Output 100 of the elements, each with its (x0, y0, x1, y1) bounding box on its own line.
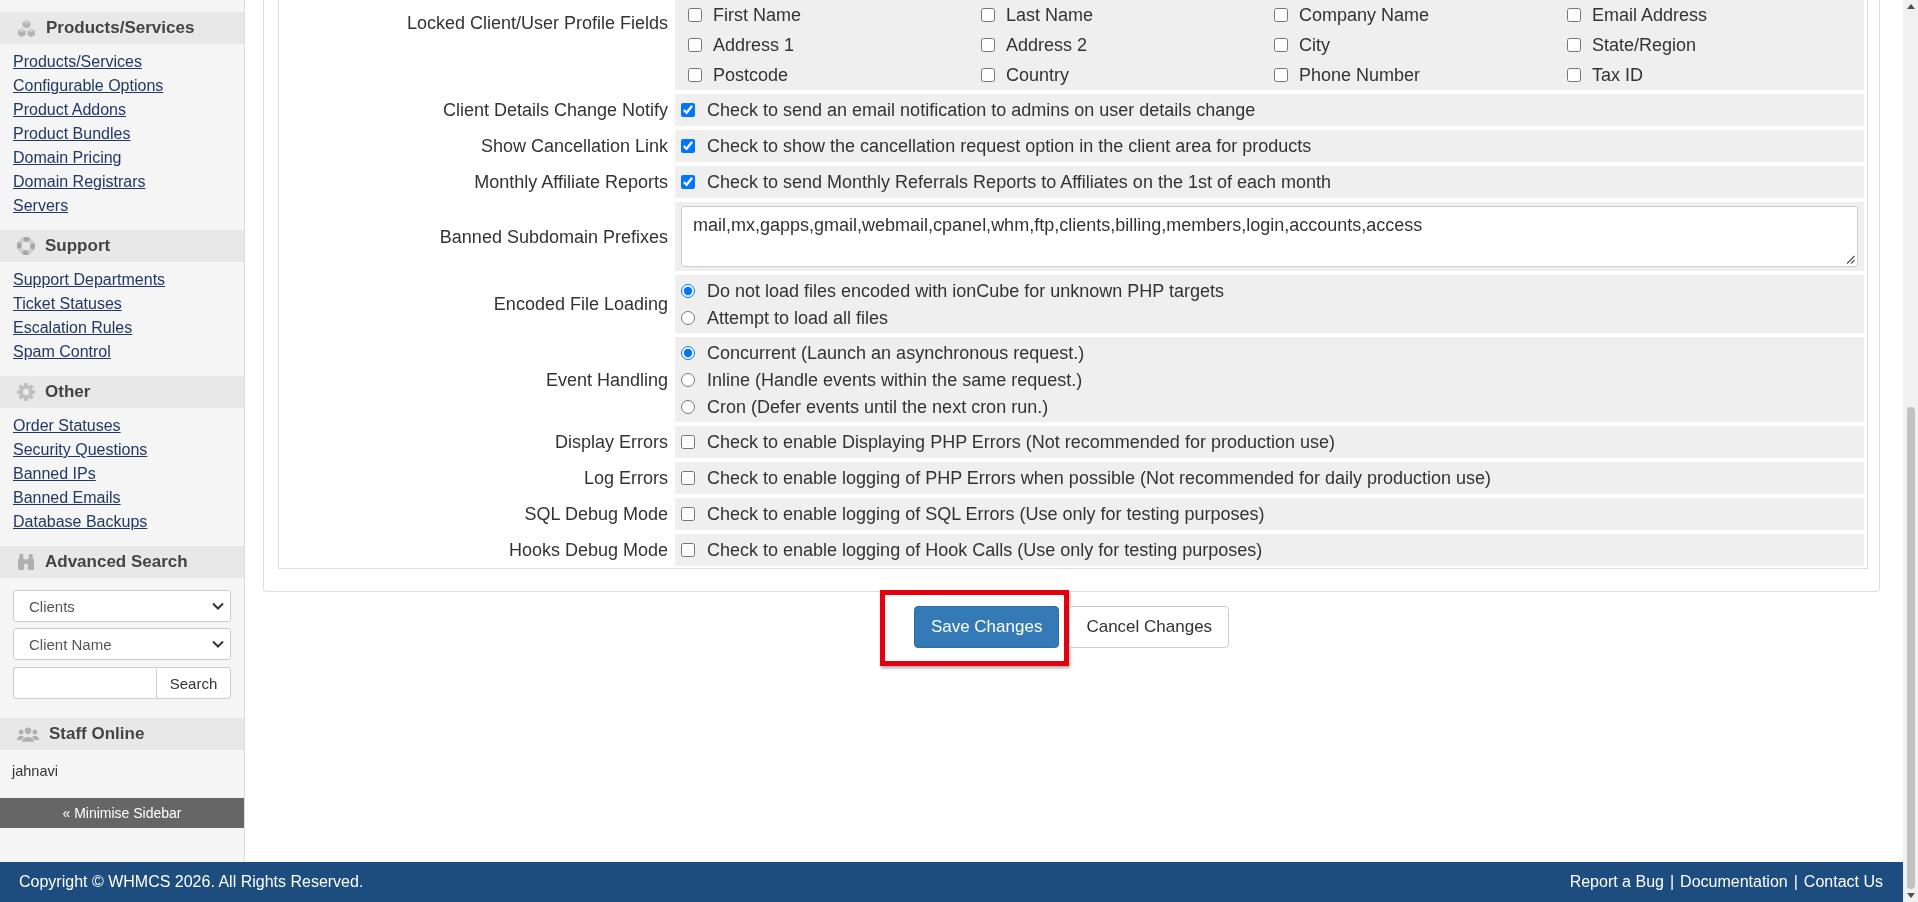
resize-grip-icon (1846, 255, 1855, 264)
scroll-up-icon[interactable] (1906, 4, 1915, 9)
checkbox[interactable] (681, 471, 695, 485)
chevron-down-icon (212, 602, 224, 610)
users-icon (17, 726, 39, 742)
setting-label: Monthly Affiliate Reports (474, 171, 668, 193)
checkbox-label: Check to enable Displaying PHP Errors (Not recommended for production use) (707, 431, 1335, 453)
checkbox[interactable] (981, 8, 995, 22)
checkbox[interactable] (688, 38, 702, 52)
checkbox[interactable] (1274, 8, 1288, 22)
checkbox[interactable] (1567, 68, 1581, 82)
checkbox[interactable] (681, 103, 695, 117)
radio-label: Do not load files encoded with ionCube for unknown PHP targets (707, 279, 1224, 302)
checkbox[interactable] (681, 175, 695, 189)
radio-label: Cron (Defer events until the next cron run.) (707, 395, 1049, 418)
checkbox-label: Phone Number (1299, 64, 1421, 86)
minimise-sidebar-button[interactable]: « Minimise Sidebar (0, 798, 244, 828)
sidebar-link[interactable]: Security Questions (13, 438, 148, 462)
radio-button[interactable] (681, 345, 695, 360)
link-separator: | (1669, 873, 1675, 891)
sidebar-link[interactable]: Ticket Statuses (13, 292, 122, 316)
sidebar-link[interactable]: Configurable Options (13, 74, 164, 98)
sidebar-link[interactable]: Spam Control (13, 340, 111, 364)
setting-label: Encoded File Loading (493, 293, 668, 315)
checkbox[interactable] (681, 435, 695, 449)
search-field[interactable] (13, 667, 156, 699)
staff-name: jahnavi (12, 762, 58, 781)
setting-label: Client Details Change Notify (442, 99, 668, 121)
sidebar-link[interactable]: Product Bundles (13, 122, 131, 146)
setting-label: SQL Debug Mode (524, 503, 668, 525)
footer-link[interactable]: Report a Bug (1569, 873, 1664, 891)
sidebar-link[interactable]: Support Departments (13, 268, 166, 292)
setting-label: Banned Subdomain Prefixes (439, 225, 668, 248)
textarea-field[interactable]: mail,mx,gapps,gmail,webmail,cpanel,whm,ftp,clients,billing,members,login,accounts,access (681, 206, 1858, 267)
section-title: Support (45, 236, 111, 256)
sidebar-link[interactable]: Order Statuses (13, 414, 121, 438)
checkbox-label: Postcode (713, 64, 789, 86)
sidebar-link[interactable]: Servers (13, 194, 69, 218)
radio-label: Concurrent (Launch an asynchronous request.) (707, 341, 1085, 364)
copyright-text: Copyright © WHMCS 2026. All Rights Reserved. (19, 873, 364, 891)
radio-button[interactable] (681, 283, 695, 298)
sidebar-link[interactable]: Products/Services (13, 50, 142, 74)
checkbox[interactable] (981, 68, 995, 82)
checkbox-label: Check to show the cancellation request option in the client area for products (707, 135, 1312, 157)
checkbox[interactable] (1567, 38, 1581, 52)
section-title: Other (45, 382, 91, 402)
checkbox[interactable] (1274, 68, 1288, 82)
setting-label: Display Errors (554, 431, 668, 453)
checkbox-label: Address 1 (713, 34, 795, 56)
chevron-down-icon (212, 640, 224, 648)
radio-button[interactable] (681, 372, 695, 387)
checkbox-label: Check to enable logging of PHP Errors when possible (Not recommended for daily production use) (707, 467, 1492, 489)
radio-button[interactable] (681, 310, 695, 325)
search-button[interactable]: Search (156, 667, 231, 699)
checkbox[interactable] (681, 507, 695, 521)
gear-icon (17, 383, 35, 401)
checkbox-label: State/Region (1592, 34, 1697, 56)
select-field[interactable]: Clients (13, 590, 231, 622)
cancel-button[interactable]: Cancel Changes (1069, 606, 1230, 648)
checkbox-label: Country (1006, 64, 1070, 86)
checkbox-label: Check to send an email notification to admins on user details change (707, 99, 1256, 121)
checkbox-label: Company Name (1299, 4, 1430, 26)
checkbox[interactable] (1567, 8, 1581, 22)
radio-button[interactable] (681, 399, 695, 414)
setting-label: Log Errors (583, 467, 668, 489)
setting-label: Event Handling (545, 368, 668, 391)
checkbox[interactable] (688, 68, 702, 82)
setting-label: Locked Client/User Profile Fields (406, 12, 668, 34)
setting-label: Show Cancellation Link (480, 135, 668, 157)
life-ring-icon (17, 237, 35, 255)
checkbox-label: First Name (713, 4, 801, 26)
checkbox-label: Address 2 (1006, 34, 1088, 56)
scroll-down-icon[interactable] (1906, 893, 1915, 898)
checkbox[interactable] (688, 8, 702, 22)
setting-label: Hooks Debug Mode (508, 539, 668, 561)
select-field[interactable]: Client Name (13, 628, 231, 660)
checkbox-label: Tax ID (1592, 64, 1643, 86)
section-title: Products/Services (46, 18, 195, 38)
sidebar-link[interactable]: Domain Registrars (13, 170, 146, 194)
radio-label: Inline (Handle events within the same request.) (707, 368, 1083, 391)
footer-link[interactable]: Contact Us (1803, 873, 1883, 891)
sidebar-link[interactable]: Database Backups (13, 510, 148, 534)
scrollbar-thumb[interactable] (1906, 407, 1915, 889)
save-button[interactable]: Save Changes (913, 606, 1060, 648)
footer-link[interactable]: Documentation (1680, 873, 1788, 891)
checkbox-label: City (1299, 34, 1330, 56)
checkbox[interactable] (681, 543, 695, 557)
section-title: Advanced Search (45, 552, 188, 572)
checkbox[interactable] (981, 38, 995, 52)
cubes-icon (17, 19, 36, 37)
radio-label: Attempt to load all files (707, 306, 889, 329)
sidebar-link[interactable]: Banned Emails (13, 486, 121, 510)
checkbox[interactable] (681, 139, 695, 153)
checkbox-label: Last Name (1006, 4, 1094, 26)
sidebar-link[interactable]: Escalation Rules (13, 316, 133, 340)
sidebar-link[interactable]: Domain Pricing (13, 146, 122, 170)
section-title: Staff Online (49, 724, 145, 744)
sidebar-link[interactable]: Product Addons (13, 98, 126, 122)
sidebar-link[interactable]: Banned IPs (13, 462, 96, 486)
checkbox[interactable] (1274, 38, 1288, 52)
